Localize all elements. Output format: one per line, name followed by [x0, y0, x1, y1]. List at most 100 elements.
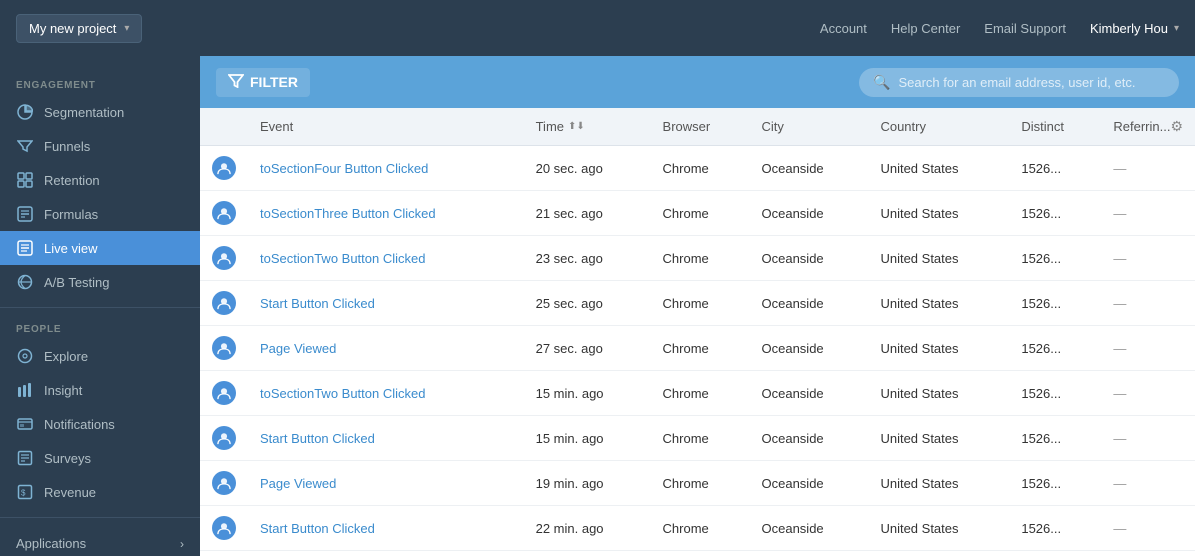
- help-center-link[interactable]: Help Center: [891, 21, 960, 36]
- funnels-label: Funnels: [44, 139, 90, 154]
- cell-country: United States: [868, 461, 1009, 506]
- event-link[interactable]: toSectionThree Button Clicked: [260, 206, 436, 221]
- live-view-icon: [16, 239, 34, 257]
- pie-chart-icon: [16, 103, 34, 121]
- cell-avatar: [200, 416, 248, 461]
- th-browser: Browser: [651, 108, 750, 146]
- cell-distinct: 1526...: [1009, 326, 1101, 371]
- avatar: [212, 336, 236, 360]
- th-event: Event: [248, 108, 524, 146]
- event-link[interactable]: toSectionFour Button Clicked: [260, 161, 428, 176]
- table-row: Start Button Clicked 15 min. ago Chrome …: [200, 416, 1195, 461]
- ab-testing-label: A/B Testing: [44, 275, 110, 290]
- cell-referring: —: [1101, 236, 1195, 281]
- column-filter-icon[interactable]: ⚙: [1170, 118, 1183, 135]
- formulas-label: Formulas: [44, 207, 98, 222]
- cell-browser: Chrome: [651, 416, 750, 461]
- applications-label: Applications: [16, 536, 86, 551]
- sidebar-item-funnels[interactable]: Funnels: [0, 129, 200, 163]
- people-section-label: PEOPLE: [0, 316, 200, 339]
- cell-city: Oceanside: [750, 371, 869, 416]
- events-table: Event Time ⬆⬇ Browser City: [200, 108, 1195, 551]
- cell-event: Start Button Clicked: [248, 416, 524, 461]
- cell-referring: —: [1101, 326, 1195, 371]
- cell-browser: Chrome: [651, 326, 750, 371]
- event-link[interactable]: Start Button Clicked: [260, 521, 375, 536]
- sidebar-item-revenue[interactable]: $ Revenue: [0, 475, 200, 509]
- sidebar-item-insight[interactable]: Insight: [0, 373, 200, 407]
- cell-referring: —: [1101, 461, 1195, 506]
- cell-avatar: [200, 326, 248, 371]
- formula-icon: [16, 205, 34, 223]
- insight-label: Insight: [44, 383, 82, 398]
- search-box[interactable]: 🔍: [859, 68, 1179, 97]
- cell-distinct: 1526...: [1009, 461, 1101, 506]
- project-name: My new project: [29, 21, 116, 36]
- cell-referring: —: [1101, 506, 1195, 551]
- cell-browser: Chrome: [651, 191, 750, 236]
- avatar: [212, 381, 236, 405]
- user-menu[interactable]: Kimberly Hou ▾: [1090, 21, 1179, 36]
- sidebar-item-notifications[interactable]: Notifications: [0, 407, 200, 441]
- filter-icon: [228, 74, 244, 91]
- svg-text:$: $: [21, 489, 26, 498]
- table-row: toSectionTwo Button Clicked 15 min. ago …: [200, 371, 1195, 416]
- email-support-link[interactable]: Email Support: [984, 21, 1066, 36]
- cell-browser: Chrome: [651, 371, 750, 416]
- cell-browser: Chrome: [651, 146, 750, 191]
- user-menu-chevron-icon: ▾: [1174, 23, 1179, 34]
- cell-city: Oceanside: [750, 506, 869, 551]
- cell-city: Oceanside: [750, 416, 869, 461]
- surveys-icon: [16, 449, 34, 467]
- sidebar-item-formulas[interactable]: Formulas: [0, 197, 200, 231]
- cell-referring: —: [1101, 416, 1195, 461]
- cell-city: Oceanside: [750, 281, 869, 326]
- sidebar-item-explore[interactable]: Explore: [0, 339, 200, 373]
- sidebar-applications[interactable]: Applications ›: [0, 526, 200, 556]
- cell-time: 20 sec. ago: [524, 146, 651, 191]
- cell-event: toSectionTwo Button Clicked: [248, 236, 524, 281]
- cell-country: United States: [868, 326, 1009, 371]
- project-selector[interactable]: My new project ▾: [16, 14, 142, 43]
- table-row: toSectionThree Button Clicked 21 sec. ag…: [200, 191, 1195, 236]
- th-time[interactable]: Time ⬆⬇: [524, 108, 651, 146]
- cell-event: Page Viewed: [248, 461, 524, 506]
- sidebar-item-retention[interactable]: Retention: [0, 163, 200, 197]
- ab-testing-icon: [16, 273, 34, 291]
- sidebar-divider: [0, 307, 200, 308]
- event-link[interactable]: toSectionTwo Button Clicked: [260, 251, 425, 266]
- cell-distinct: 1526...: [1009, 236, 1101, 281]
- cell-time: 27 sec. ago: [524, 326, 651, 371]
- event-link[interactable]: Start Button Clicked: [260, 296, 375, 311]
- search-icon: 🔍: [873, 74, 890, 91]
- cell-avatar: [200, 236, 248, 281]
- user-name: Kimberly Hou: [1090, 21, 1168, 36]
- sidebar-item-live-view[interactable]: Live view: [0, 231, 200, 265]
- event-link[interactable]: Start Button Clicked: [260, 431, 375, 446]
- project-chevron-icon: ▾: [124, 23, 129, 34]
- cell-time: 25 sec. ago: [524, 281, 651, 326]
- sidebar-item-segmentation[interactable]: Segmentation: [0, 95, 200, 129]
- event-link[interactable]: toSectionTwo Button Clicked: [260, 386, 425, 401]
- event-link[interactable]: Page Viewed: [260, 341, 336, 356]
- account-link[interactable]: Account: [820, 21, 867, 36]
- cell-event: Page Viewed: [248, 326, 524, 371]
- avatar: [212, 471, 236, 495]
- funnel-icon: [16, 137, 34, 155]
- events-table-container: Event Time ⬆⬇ Browser City: [200, 108, 1195, 556]
- cell-distinct: 1526...: [1009, 281, 1101, 326]
- sidebar-divider-2: [0, 517, 200, 518]
- cell-referring: —: [1101, 146, 1195, 191]
- sidebar-item-ab-testing[interactable]: A/B Testing: [0, 265, 200, 299]
- table-row: toSectionFour Button Clicked 20 sec. ago…: [200, 146, 1195, 191]
- filter-button[interactable]: FILTER: [216, 68, 310, 97]
- cell-avatar: [200, 371, 248, 416]
- applications-chevron-icon: ›: [180, 537, 184, 551]
- event-link[interactable]: Page Viewed: [260, 476, 336, 491]
- main-content: FILTER 🔍 Event Time: [200, 56, 1195, 556]
- avatar: [212, 516, 236, 540]
- cell-event: Start Button Clicked: [248, 506, 524, 551]
- search-input[interactable]: [898, 75, 1165, 90]
- avatar: [212, 291, 236, 315]
- sidebar-item-surveys[interactable]: Surveys: [0, 441, 200, 475]
